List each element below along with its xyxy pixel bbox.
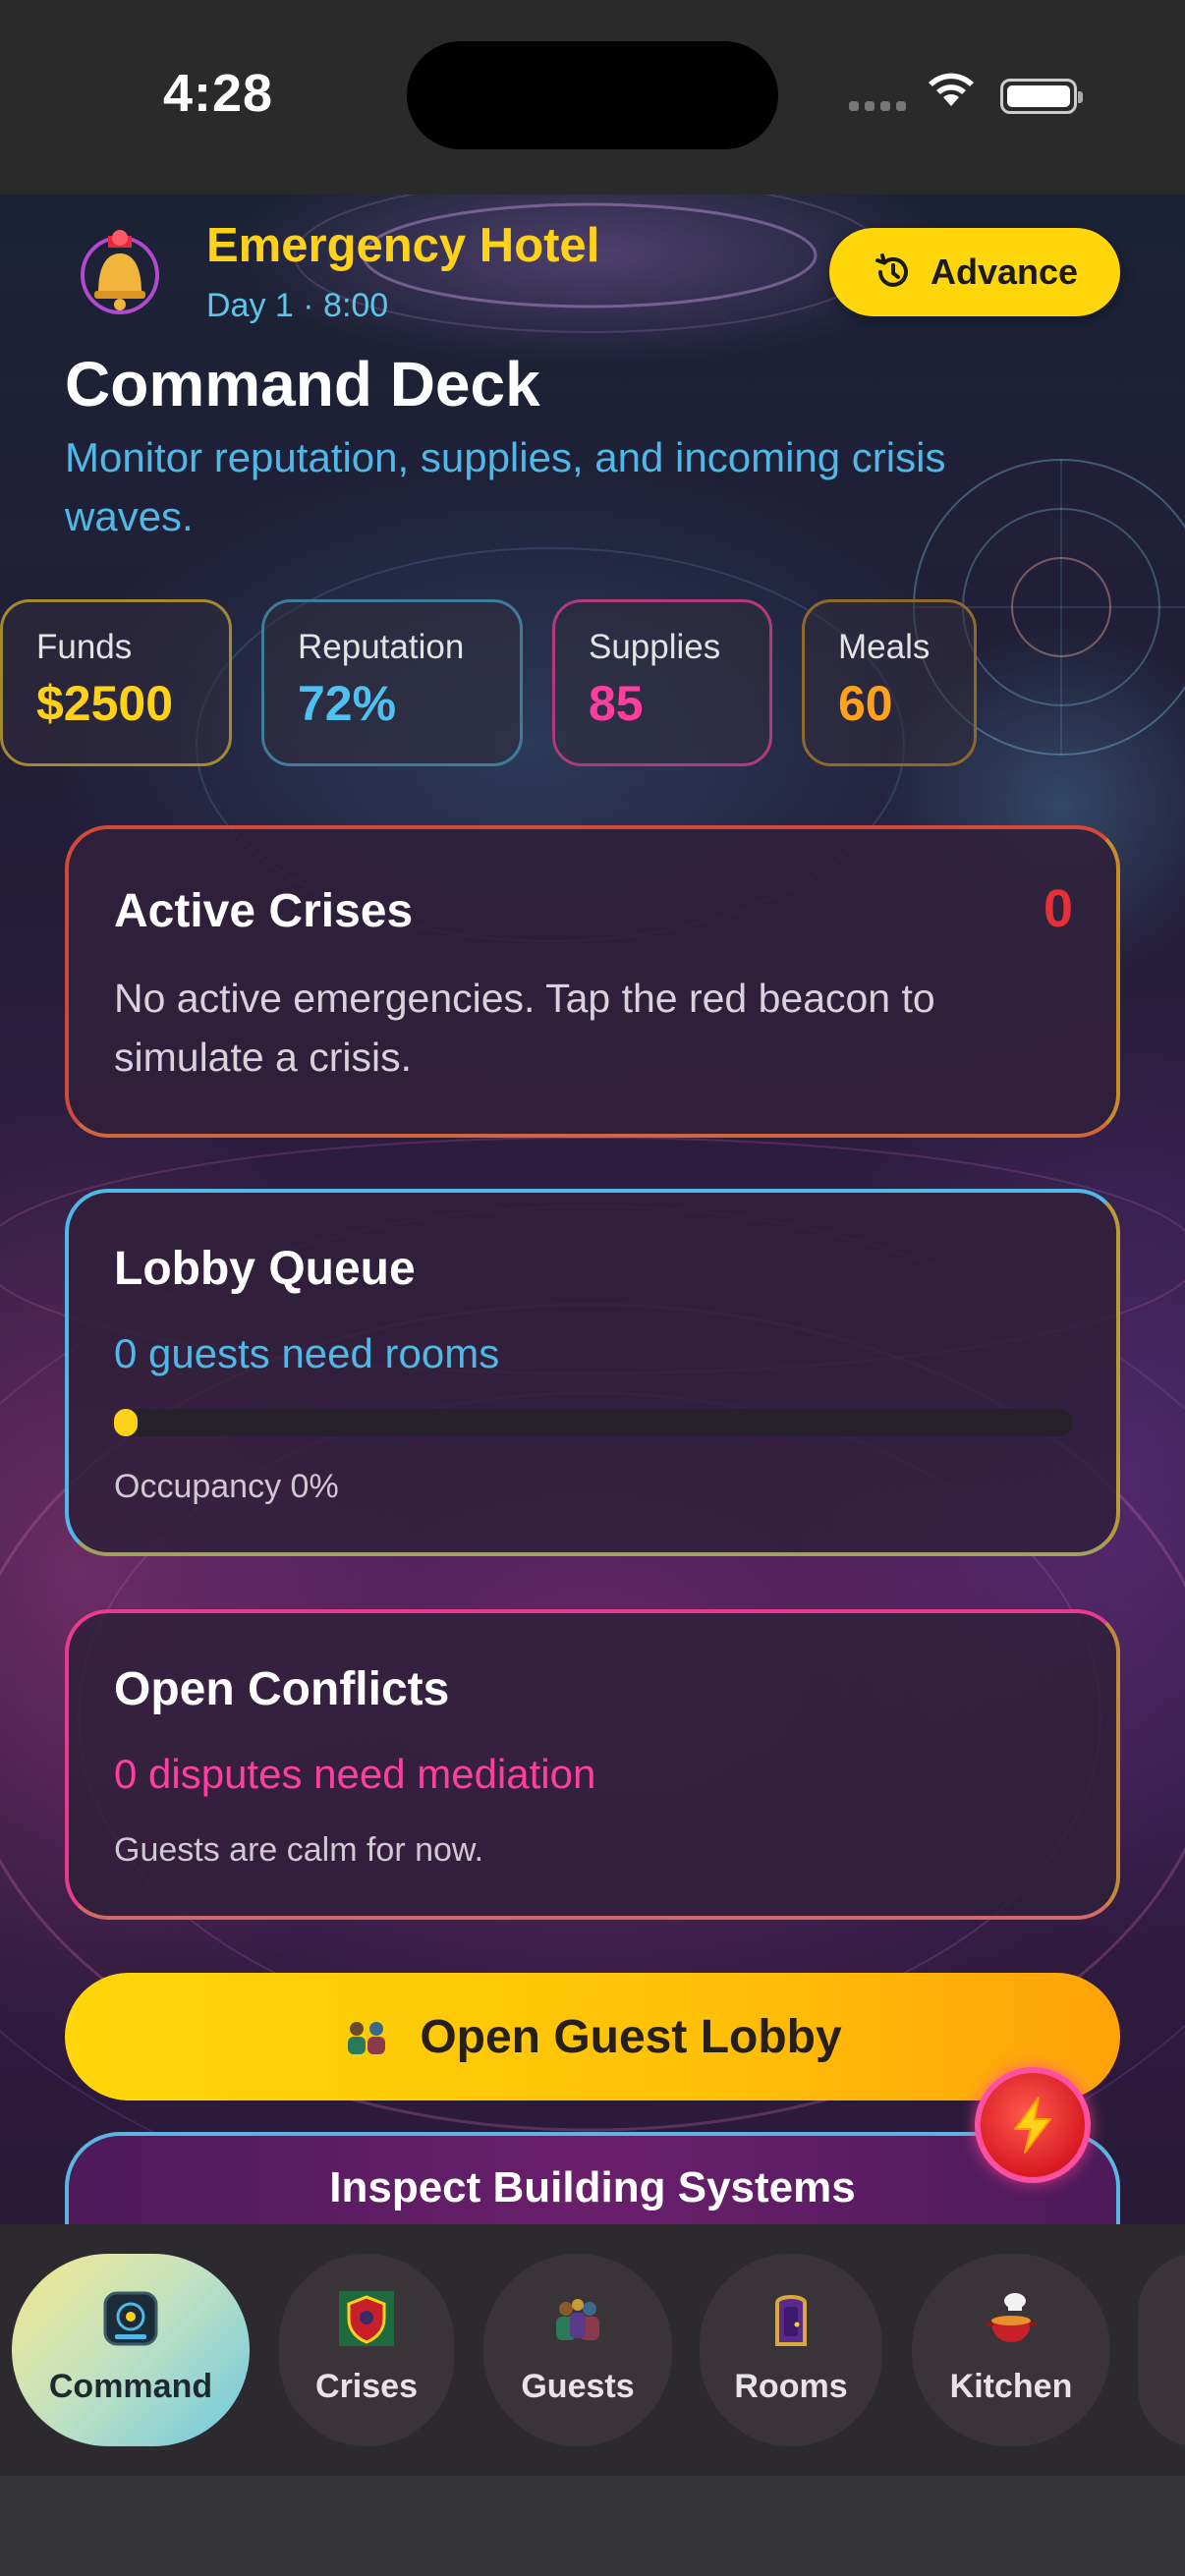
- wifi-icon: [929, 73, 974, 106]
- stat-value: 60: [838, 676, 893, 731]
- stat-value: 72%: [298, 676, 397, 731]
- card-title: Active Crises: [114, 885, 414, 937]
- card-title: Open Conflicts: [114, 1663, 450, 1715]
- active-crises-card[interactable]: Active Crises 0 No active emergencies. T…: [65, 825, 1120, 1138]
- tab-rooms[interactable]: Rooms: [700, 2254, 882, 2446]
- room-door-icon: [775, 2295, 807, 2346]
- dynamic-island: [407, 41, 778, 149]
- battery-icon: [1000, 79, 1083, 114]
- stat-label: Reputation: [298, 628, 465, 666]
- open-conflicts-card[interactable]: Open Conflicts 0 disputes need mediation…: [65, 1609, 1120, 1920]
- guests-group-icon: [348, 2022, 386, 2054]
- tab-command[interactable]: Command: [12, 2254, 250, 2446]
- tab-kitchen[interactable]: Kitchen: [912, 2254, 1110, 2446]
- command-console-icon: [103, 2291, 158, 2346]
- kitchen-pot-icon: [986, 2293, 1037, 2342]
- app-title: Emergency Hotel: [206, 219, 600, 272]
- page-title: Command Deck: [65, 349, 540, 420]
- card-title: Lobby Queue: [114, 1243, 416, 1295]
- crises-message: No active emergencies. Tap the red beaco…: [114, 976, 935, 1080]
- bottom-tab-bar: Command Crises Guests Rooms Kitchen: [0, 2224, 1185, 2476]
- stat-reputation: Reputation 72%: [261, 599, 523, 766]
- stat-funds: Funds $2500: [0, 599, 232, 766]
- crisis-count: 0: [1043, 879, 1073, 938]
- tab-label: Kitchen: [949, 2368, 1073, 2405]
- lobby-queue-card[interactable]: Lobby Queue 0 guests need rooms Occupanc…: [65, 1189, 1120, 1556]
- conflicts-note: Guests are calm for now.: [114, 1831, 484, 1869]
- stat-label: Funds: [36, 628, 133, 666]
- guests-group-icon: [556, 2299, 599, 2340]
- stat-meals: Meals 60: [802, 599, 977, 766]
- occupancy-progress-fill: [114, 1409, 138, 1436]
- tab-label: Guests: [521, 2368, 635, 2405]
- alarm-bell-logo-icon: [81, 230, 159, 314]
- advance-button[interactable]: Advance: [829, 228, 1120, 316]
- crisis-beacon-button[interactable]: [975, 2067, 1091, 2183]
- command-deck-screen: Emergency Hotel Day 1 · 8:00 Advance Com…: [0, 195, 1185, 2476]
- open-guest-lobby-label: Open Guest Lobby: [420, 2010, 842, 2063]
- day-time-label: Day 1 · 8:00: [206, 287, 389, 324]
- advance-label: Advance: [930, 252, 1079, 292]
- stat-value: $2500: [36, 676, 174, 731]
- status-time: 4:28: [163, 64, 274, 123]
- stat-value: 85: [589, 676, 644, 731]
- lightning-bolt-icon: [1014, 2097, 1051, 2154]
- status-bar: 4:28: [0, 0, 1185, 195]
- tab-label: Command: [48, 2368, 213, 2405]
- open-guest-lobby-button[interactable]: Open Guest Lobby: [65, 1973, 1120, 2100]
- stat-label: Supplies: [589, 628, 721, 666]
- stat-label: Meals: [838, 628, 931, 666]
- tab-guests[interactable]: Guests: [483, 2254, 672, 2446]
- disputes-need-mediation: 0 disputes need mediation: [114, 1751, 596, 1797]
- tab-more-partial[interactable]: [1138, 2254, 1185, 2446]
- guests-need-rooms: 0 guests need rooms: [114, 1330, 500, 1376]
- home-indicator-area: [0, 2476, 1185, 2576]
- cellular-signal-icon: [849, 98, 912, 116]
- tab-label: Crises: [315, 2368, 418, 2405]
- tab-crises[interactable]: Crises: [279, 2254, 454, 2446]
- tab-label: Rooms: [734, 2368, 848, 2405]
- inspect-building-systems-label: Inspect Building Systems: [329, 2163, 856, 2212]
- crisis-shield-icon: [339, 2291, 394, 2346]
- history-clock-icon: [875, 253, 908, 287]
- page-description: Monitor reputation, supplies, and incomi…: [65, 434, 946, 539]
- app-header: Emergency Hotel Day 1 · 8:00 Advance: [0, 195, 1185, 352]
- occupancy-label: Occupancy 0%: [114, 1468, 339, 1505]
- occupancy-progress-bar: [114, 1409, 1073, 1436]
- stat-supplies: Supplies 85: [552, 599, 772, 766]
